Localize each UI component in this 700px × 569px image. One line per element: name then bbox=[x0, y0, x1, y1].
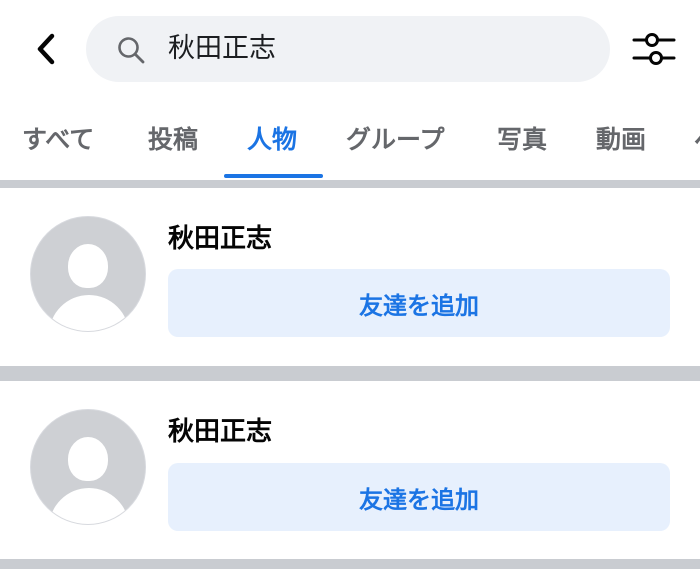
person-name[interactable]: 秋田正志 bbox=[168, 218, 272, 255]
person-result-card[interactable]: 秋田正志 友達を追加 bbox=[0, 188, 700, 366]
active-tab-indicator bbox=[224, 174, 323, 178]
tab-all[interactable]: すべて bbox=[22, 100, 94, 180]
chevron-left-icon bbox=[37, 33, 55, 65]
person-result-card[interactable]: 秋田正志 友達を追加 bbox=[0, 381, 700, 559]
tab-videos[interactable]: 動画 bbox=[596, 100, 646, 180]
search-box[interactable]: 秋田正志 bbox=[86, 16, 610, 82]
avatar-body bbox=[49, 488, 129, 524]
filter-button[interactable] bbox=[628, 28, 680, 72]
top-bar: 秋田正志 bbox=[0, 0, 700, 100]
filter-sliders-icon bbox=[632, 33, 676, 65]
back-button[interactable] bbox=[26, 27, 66, 71]
section-divider bbox=[0, 180, 700, 188]
avatar-head bbox=[68, 437, 108, 481]
add-friend-button[interactable]: 友達を追加 bbox=[168, 463, 670, 531]
default-avatar-icon[interactable] bbox=[30, 216, 146, 332]
search-filter-tabs: すべて 投稿 人物 グループ 写真 動画 ペ bbox=[0, 100, 700, 180]
section-divider bbox=[0, 559, 700, 569]
tab-posts[interactable]: 投稿 bbox=[148, 100, 198, 180]
default-avatar-icon[interactable] bbox=[30, 409, 146, 525]
person-name[interactable]: 秋田正志 bbox=[168, 411, 272, 448]
tab-people[interactable]: 人物 bbox=[247, 100, 297, 180]
search-icon bbox=[118, 37, 145, 64]
search-input[interactable]: 秋田正志 bbox=[168, 16, 588, 82]
tab-photos[interactable]: 写真 bbox=[497, 100, 547, 180]
section-divider bbox=[0, 366, 700, 381]
avatar-head bbox=[68, 244, 108, 288]
add-friend-button[interactable]: 友達を追加 bbox=[168, 269, 670, 337]
tab-pages[interactable]: ペ bbox=[694, 100, 700, 180]
avatar-body bbox=[49, 295, 129, 331]
tab-groups[interactable]: グループ bbox=[346, 100, 445, 180]
